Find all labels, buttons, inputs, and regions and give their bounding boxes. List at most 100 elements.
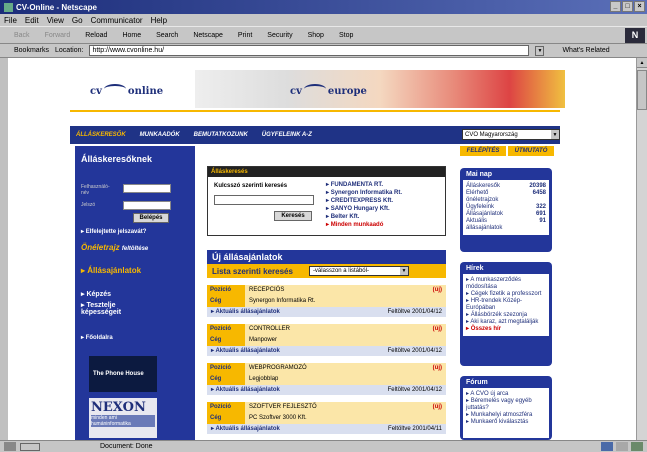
today-stats: Álláskeresők 20398 Elérhető önéletrajzok 6… bbox=[463, 180, 549, 235]
username-input[interactable] bbox=[123, 184, 171, 193]
menu-go[interactable]: Go bbox=[72, 16, 83, 25]
url-input[interactable]: http://www.cvonline.hu/ bbox=[89, 45, 530, 56]
sidebar-item-fooldal[interactable]: ▸ Főoldalra bbox=[81, 334, 113, 341]
cv-upload-link[interactable]: Önéletrajz feltöltése bbox=[81, 243, 148, 252]
all-news-link[interactable]: ▸ Összes hír bbox=[466, 326, 546, 333]
menu-communicator[interactable]: Communicator bbox=[91, 16, 143, 25]
forgot-password-link[interactable]: ▸ Elfelejtette jelszavát? bbox=[81, 228, 146, 235]
sidebar-title: Álláskeresőknek bbox=[81, 154, 153, 164]
news-title: Hírek bbox=[466, 265, 484, 272]
phonehouse-banner[interactable]: The Phone House bbox=[89, 356, 157, 392]
scroll-up-arrow-icon[interactable]: ▲ bbox=[637, 58, 647, 68]
left-sidebar: Álláskeresőknek Felhasználó-név Jelszó B… bbox=[75, 146, 195, 440]
current-jobs-link[interactable]: ▸ Aktuális állásajánlatok Feltöltve 2001/… bbox=[207, 424, 446, 434]
back-button[interactable]: Back bbox=[14, 32, 30, 39]
job-company: Manpower bbox=[245, 334, 446, 346]
company-link[interactable]: ▸ FUNDAMENTA RT. bbox=[326, 181, 402, 189]
news-item[interactable]: ▸ A munkaszerződés módosítása bbox=[466, 277, 546, 291]
news-item[interactable]: ▸ Állásbörzék szezonja bbox=[466, 312, 546, 319]
tab-ugyfeleink[interactable]: ÜGYFELEINK A-Z bbox=[262, 132, 312, 138]
forward-button[interactable]: Forward bbox=[45, 32, 71, 39]
menu-edit[interactable]: Edit bbox=[25, 16, 39, 25]
menu-file[interactable]: File bbox=[4, 16, 17, 25]
location-bar: Bookmarks Location: http://www.cvonline.… bbox=[0, 44, 647, 58]
stop-button[interactable]: Stop bbox=[339, 32, 353, 39]
company-link[interactable]: ▸ Belter Kft. bbox=[326, 213, 402, 221]
header-banner[interactable] bbox=[195, 70, 565, 108]
menu-view[interactable]: View bbox=[47, 16, 64, 25]
password-input[interactable] bbox=[123, 201, 171, 210]
job-position[interactable]: CONTROLLER bbox=[249, 324, 290, 335]
netscape-icon bbox=[4, 2, 13, 12]
navigator-icon[interactable] bbox=[601, 442, 613, 451]
subtab-felepites[interactable]: FELÉPÍTÉS bbox=[460, 146, 506, 156]
cvonline-logo-text[interactable]: cv online bbox=[90, 84, 163, 97]
company-name: Belter Kft. bbox=[330, 214, 360, 220]
forum-item[interactable]: ▸ Béremelés vagy egyéb juttatás? bbox=[466, 398, 546, 412]
composer-icon[interactable] bbox=[631, 442, 643, 451]
cv-upload-word: Önéletrajz bbox=[81, 243, 120, 252]
shop-button[interactable]: Shop bbox=[308, 32, 324, 39]
reload-button[interactable]: Reload bbox=[85, 32, 107, 39]
new-badge: (új) bbox=[432, 325, 442, 332]
forum-item[interactable]: ▸ A CVO új arca bbox=[466, 391, 546, 398]
menu-help[interactable]: Help bbox=[151, 16, 167, 25]
company-label: Cég bbox=[207, 412, 245, 424]
all-employers-link[interactable]: ▸ Minden munkaadó bbox=[326, 221, 402, 229]
company-link[interactable]: ▸ SANYO Hungary Kft. bbox=[326, 205, 402, 213]
country-select[interactable]: CVO Magyarország ▼ bbox=[462, 129, 560, 140]
news-panel: Hírek ▸ A munkaszerződés módosítása ▸ Cé… bbox=[460, 262, 552, 366]
keyword-input[interactable] bbox=[214, 195, 314, 205]
username-label: Felhasználó-név bbox=[81, 184, 110, 196]
job-position[interactable]: WEBPROGRAMOZÓ bbox=[249, 363, 307, 374]
tab-allaskeresok[interactable]: ÁLLÁSKERESŐK bbox=[76, 132, 126, 138]
job-position[interactable]: RECEPCIÓS bbox=[249, 285, 284, 296]
job-date: 2001/04/11 bbox=[412, 426, 442, 432]
current-jobs-link[interactable]: ▸ Aktuális állásajánlatok Feltöltve 2001/… bbox=[207, 346, 446, 356]
bookmarks-button[interactable]: Bookmarks bbox=[14, 47, 49, 54]
company-link[interactable]: ▸ CREDITEXPRESS Kft. bbox=[326, 197, 402, 205]
posted-prefix: Feltöltve bbox=[388, 426, 411, 432]
forum-item-text: A CVO új arca bbox=[470, 391, 509, 397]
scroll-thumb[interactable] bbox=[637, 70, 647, 110]
chevron-down-icon: ▼ bbox=[551, 130, 559, 139]
news-item[interactable]: ▸ Aki karaz, azt megtalálják bbox=[466, 319, 546, 326]
stat-value: 6458 bbox=[532, 190, 546, 196]
cveurope-logo-text[interactable]: cv europe bbox=[290, 84, 367, 97]
home-button[interactable]: Home bbox=[122, 32, 141, 39]
nexon-banner[interactable]: NEXON minden ami humáninformatika bbox=[89, 398, 157, 438]
vertical-scrollbar[interactable]: ▲ bbox=[636, 58, 647, 440]
close-button[interactable]: × bbox=[634, 1, 645, 12]
job-position[interactable]: SZOFTVER FEJLESZTŐ bbox=[249, 402, 317, 413]
minimize-button[interactable]: _ bbox=[610, 1, 621, 12]
current-jobs-link[interactable]: ▸ Aktuális állásajánlatok Feltöltve 2001/… bbox=[207, 385, 446, 395]
current-jobs-link[interactable]: ▸ Aktuális állásajánlatok Feltöltve 2001/… bbox=[207, 307, 446, 317]
search-submit-button[interactable]: Keresés bbox=[274, 211, 312, 221]
whats-related-button[interactable]: What's Related bbox=[562, 47, 609, 54]
dropdown-arrow-icon[interactable]: ▼ bbox=[535, 45, 545, 56]
sidebar-item-allasajanlatok[interactable]: ▸ Állásajánlatok bbox=[81, 266, 141, 275]
maximize-button[interactable]: □ bbox=[622, 1, 633, 12]
mail-icon[interactable] bbox=[616, 442, 628, 451]
login-button[interactable]: Belépés bbox=[133, 213, 169, 223]
sidebar-item-teszt[interactable]: ▸ Tesztelje képességeit bbox=[81, 301, 141, 316]
country-select-value: CVO Magyarország bbox=[465, 132, 518, 138]
stat-value: 322 bbox=[535, 204, 546, 210]
list-select[interactable]: -válasszon a listából- ▼ bbox=[308, 266, 409, 276]
tab-bemutatkozunk[interactable]: BEMUTATKOZUNK bbox=[194, 132, 248, 138]
netscape-button[interactable]: Netscape bbox=[193, 32, 223, 39]
security-lock-icon[interactable] bbox=[4, 442, 16, 451]
search-button[interactable]: Search bbox=[156, 32, 178, 39]
company-link[interactable]: ▸ Synergon Informatika Rt. bbox=[326, 189, 402, 197]
position-label: Pozíció bbox=[207, 362, 245, 374]
forum-item[interactable]: ▸ Munkaerő kiválasztás bbox=[466, 419, 546, 426]
subtab-utmutato[interactable]: ÚTMUTATÓ bbox=[508, 146, 554, 156]
sidebar-item-kepzes[interactable]: ▸ Képzés bbox=[81, 290, 111, 298]
news-item[interactable]: ▸ HR-trendek Közép-Európában bbox=[466, 298, 546, 312]
forum-item[interactable]: ▸ Munkahelyi atmoszféra bbox=[466, 412, 546, 419]
all-news-text: Összes hír bbox=[470, 326, 502, 332]
print-button[interactable]: Print bbox=[238, 32, 252, 39]
news-item[interactable]: ▸ Cégek fizetik a professzort bbox=[466, 291, 546, 298]
tab-munkaadok[interactable]: MUNKAADÓK bbox=[140, 132, 180, 138]
security-button[interactable]: Security bbox=[267, 32, 292, 39]
